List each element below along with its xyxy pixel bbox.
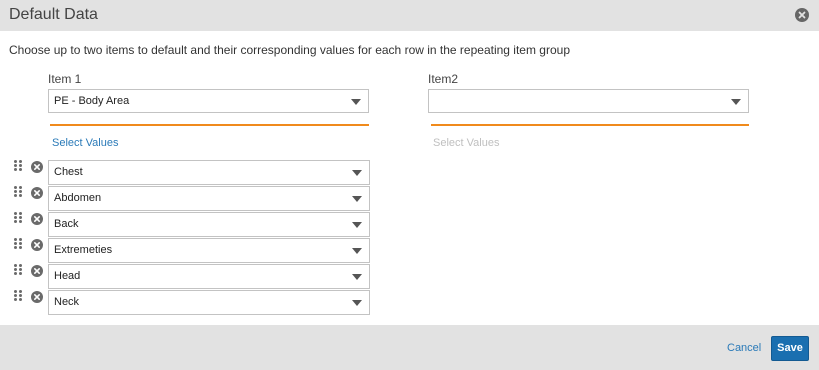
row-value-select[interactable]: Back <box>48 212 370 237</box>
chevron-down-icon <box>352 222 362 228</box>
remove-row-icon[interactable] <box>31 239 43 251</box>
item1-select-values-link[interactable]: Select Values <box>52 137 118 149</box>
row-value: Chest <box>54 166 83 178</box>
dialog-title: Default Data <box>9 6 98 23</box>
item2-divider <box>431 124 749 126</box>
dialog-header: Default Data <box>0 0 819 31</box>
value-row: Neck <box>0 290 380 316</box>
close-icon[interactable] <box>795 8 809 22</box>
drag-handle-icon[interactable] <box>14 186 23 198</box>
chevron-down-icon <box>352 196 362 202</box>
value-row: Chest <box>0 160 380 186</box>
drag-handle-icon[interactable] <box>14 212 23 224</box>
chevron-down-icon <box>352 300 362 306</box>
dialog-instructions: Choose up to two items to default and th… <box>9 43 570 57</box>
item1-select-value: PE - Body Area <box>54 95 130 107</box>
row-value-select[interactable]: Neck <box>48 290 370 315</box>
chevron-down-icon <box>731 99 741 105</box>
row-value-select[interactable]: Extremeties <box>48 238 370 263</box>
remove-row-icon[interactable] <box>31 213 43 225</box>
drag-handle-icon[interactable] <box>14 160 23 172</box>
chevron-down-icon <box>351 99 361 105</box>
row-value-select[interactable]: Chest <box>48 160 370 185</box>
remove-row-icon[interactable] <box>31 187 43 199</box>
row-value: Abdomen <box>54 192 102 204</box>
value-row: Extremeties <box>0 238 380 264</box>
value-row: Head <box>0 264 380 290</box>
remove-row-icon[interactable] <box>31 161 43 173</box>
value-row: Back <box>0 212 380 238</box>
remove-row-icon[interactable] <box>31 265 43 277</box>
chevron-down-icon <box>352 274 362 280</box>
save-button[interactable]: Save <box>771 336 809 361</box>
item2-select-values-link: Select Values <box>433 137 500 149</box>
remove-row-icon[interactable] <box>31 291 43 303</box>
drag-handle-icon[interactable] <box>14 238 23 250</box>
row-value: Head <box>54 270 81 282</box>
drag-handle-icon[interactable] <box>14 290 23 302</box>
row-value: Neck <box>54 296 80 308</box>
item1-divider <box>50 124 369 126</box>
dialog-footer: Cancel Save <box>0 325 819 370</box>
item1-select[interactable]: PE - Body Area <box>48 89 369 113</box>
row-value: Back <box>54 218 79 230</box>
item2-label: Item2 <box>428 72 459 86</box>
item2-select[interactable] <box>428 89 749 113</box>
item1-label: Item 1 <box>48 72 82 86</box>
row-value-select[interactable]: Abdomen <box>48 186 370 211</box>
row-value-select[interactable]: Head <box>48 264 370 289</box>
chevron-down-icon <box>352 248 362 254</box>
value-row: Abdomen <box>0 186 380 212</box>
cancel-button[interactable]: Cancel <box>727 342 761 354</box>
chevron-down-icon <box>352 170 362 176</box>
drag-handle-icon[interactable] <box>14 264 23 276</box>
row-value: Extremeties <box>54 244 113 256</box>
